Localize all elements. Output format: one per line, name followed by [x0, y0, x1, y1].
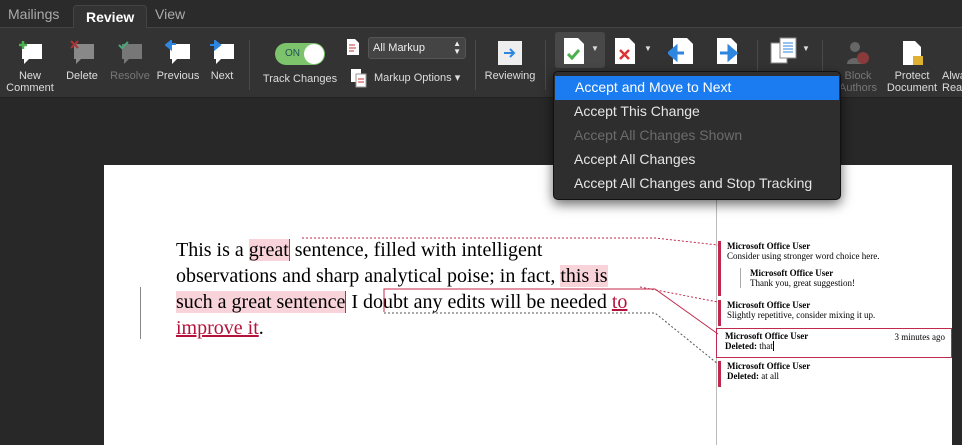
menu-accept-all-changes-shown: Accept All Changes Shown [574, 127, 743, 143]
menu-accept-all-and-stop-tracking[interactable]: Accept All Changes and Stop Tracking [554, 172, 840, 196]
menu-accept-and-move-to-next[interactable]: Accept and Move to Next [555, 76, 839, 100]
menu-accept-this-change[interactable]: Accept This Change [554, 100, 840, 124]
accept-dropdown-menu: Accept and Move to Next Accept This Chan… [553, 71, 841, 200]
comment-card[interactable]: Microsoft Office User Slightly repetitive… [718, 300, 950, 326]
deletion-balloon[interactable]: Microsoft Office User Deleted: at all [718, 361, 950, 387]
deletion-balloon-active[interactable]: Microsoft Office User 3 minutes ago Delete… [716, 328, 952, 358]
comment-reply[interactable]: Microsoft Office User Thank you, great su… [740, 268, 855, 288]
menu-accept-all-changes[interactable]: Accept All Changes [554, 148, 840, 172]
